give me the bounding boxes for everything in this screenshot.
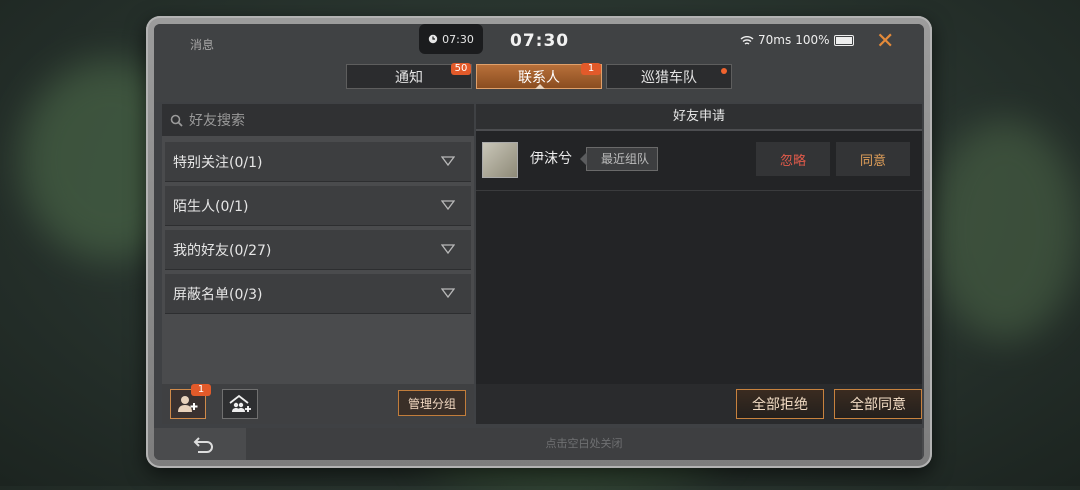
chevron-down-icon bbox=[441, 200, 455, 211]
dialog-title: 消息 bbox=[190, 38, 215, 52]
tab-label: 通知 bbox=[395, 69, 423, 86]
add-user-icon bbox=[178, 396, 198, 412]
group-label: 我的好友(0/27) bbox=[173, 242, 272, 259]
system-clock: 07:30 bbox=[510, 31, 570, 51]
reject-all-button[interactable]: 全部拒绝 bbox=[736, 389, 824, 419]
unread-dot bbox=[721, 68, 727, 74]
requester-name: 伊沫兮 bbox=[530, 151, 572, 167]
notification-badge: 1 bbox=[191, 384, 211, 396]
pill-time: 07:30 bbox=[442, 32, 474, 46]
manage-groups-button[interactable]: 管理分组 bbox=[398, 390, 466, 416]
search-placeholder: 好友搜索 bbox=[189, 113, 245, 129]
back-button[interactable] bbox=[176, 432, 232, 456]
tab-label: 联系人 bbox=[518, 69, 560, 86]
add-friend-button[interactable]: 1 bbox=[170, 384, 211, 419]
group-item-friends[interactable]: 我的好友(0/27) bbox=[165, 230, 471, 270]
tab-label: 巡猎车队 bbox=[641, 69, 697, 86]
group-label: 屏蔽名单(0/3) bbox=[173, 286, 263, 303]
ping-value: 70ms bbox=[758, 33, 792, 47]
agree-button[interactable]: 同意 bbox=[836, 142, 910, 176]
status-bar: 70ms 100% bbox=[740, 33, 854, 47]
dialog-frame: 消息 07:30 07:30 70ms 100% ✕ 通知 50 联系人 1 巡… bbox=[146, 16, 932, 468]
friend-request-row: 伊沫兮 最近组队 忽略 同意 bbox=[476, 134, 922, 191]
tab-contacts[interactable]: 联系人 1 bbox=[476, 63, 602, 89]
group-item-strangers[interactable]: 陌生人(0/1) bbox=[165, 186, 471, 226]
friend-requests-panel: 好友申请 伊沫兮 最近组队 忽略 同意 bbox=[476, 104, 922, 424]
add-group-button[interactable] bbox=[222, 389, 258, 419]
source-tag: 最近组队 bbox=[579, 147, 659, 171]
chevron-down-icon bbox=[441, 244, 455, 255]
notification-badge: 1 bbox=[581, 63, 601, 75]
notification-badge: 50 bbox=[451, 63, 471, 75]
back-arrow-icon bbox=[193, 437, 213, 453]
group-item-special[interactable]: 特别关注(0/1) bbox=[165, 142, 471, 182]
dialog-screen: 消息 07:30 07:30 70ms 100% ✕ 通知 50 联系人 1 巡… bbox=[154, 24, 924, 460]
battery-value: 100% bbox=[795, 33, 830, 47]
home-group-icon bbox=[229, 394, 251, 412]
battery-icon bbox=[833, 34, 854, 46]
close-hint[interactable]: 点击空白处关闭 bbox=[246, 428, 922, 460]
wifi-icon bbox=[740, 35, 754, 45]
contacts-toolbar: 1 管理分组 bbox=[162, 384, 474, 424]
search-input[interactable]: 好友搜索 bbox=[162, 104, 474, 136]
clock-icon bbox=[428, 34, 438, 44]
chevron-down-icon bbox=[441, 156, 455, 167]
group-item-blocked[interactable]: 屏蔽名单(0/3) bbox=[165, 274, 471, 314]
ignore-button[interactable]: 忽略 bbox=[756, 142, 830, 176]
background-foliage bbox=[930, 120, 1080, 340]
time-pill: 07:30 bbox=[419, 24, 483, 54]
requests-toolbar: 全部拒绝 全部同意 bbox=[476, 384, 922, 424]
chevron-down-icon bbox=[441, 288, 455, 299]
tab-convoy[interactable]: 巡猎车队 bbox=[606, 64, 732, 89]
group-label: 特别关注(0/1) bbox=[173, 154, 263, 171]
group-label: 陌生人(0/1) bbox=[173, 198, 249, 215]
avatar[interactable] bbox=[482, 142, 518, 178]
contacts-panel: 好友搜索 特别关注(0/1) 陌生人(0/1) 我的好友(0/27) 屏蔽名单(… bbox=[162, 104, 474, 424]
tab-bar: 通知 50 联系人 1 巡猎车队 bbox=[346, 63, 732, 89]
agree-all-button[interactable]: 全部同意 bbox=[834, 389, 922, 419]
panel-title: 好友申请 bbox=[476, 104, 922, 131]
group-list: 特别关注(0/1) 陌生人(0/1) 我的好友(0/27) 屏蔽名单(0/3) bbox=[162, 138, 474, 314]
footer-bar: 点击空白处关闭 bbox=[154, 428, 924, 460]
search-icon bbox=[170, 114, 183, 127]
top-bar: 消息 07:30 07:30 70ms 100% ✕ 通知 50 联系人 1 巡… bbox=[154, 24, 924, 102]
tab-notifications[interactable]: 通知 50 bbox=[346, 63, 472, 89]
close-button[interactable]: ✕ bbox=[876, 29, 894, 54]
